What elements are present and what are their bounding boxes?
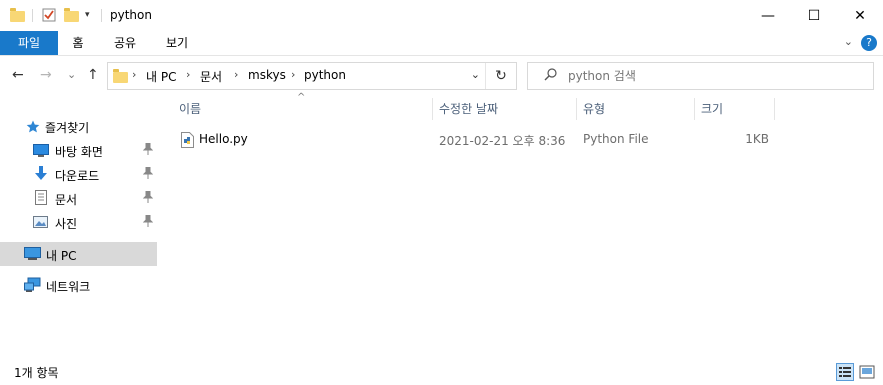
pin-icon[interactable] [143, 143, 153, 155]
breadcrumb-separator: › [132, 68, 137, 81]
python-file-icon [181, 132, 194, 148]
pin-icon[interactable] [143, 215, 153, 227]
maximize-button[interactable]: ☐ [791, 0, 837, 31]
pin-icon[interactable] [143, 191, 153, 203]
new-folder-icon[interactable] [64, 8, 79, 22]
tab-home[interactable]: 홈 [58, 31, 98, 55]
status-bar: 1개 항목 [0, 360, 883, 385]
up-button[interactable]: ↑ [87, 67, 99, 83]
help-button[interactable]: ? [861, 35, 877, 51]
file-row-hello-py[interactable]: Hello.py 2021-02-21 오후 8:36 Python File … [173, 129, 783, 151]
breadcrumb-mskys[interactable]: mskys [248, 68, 286, 82]
tab-file[interactable]: 파일 [0, 31, 58, 55]
pin-icon[interactable] [143, 167, 153, 179]
file-size: 1KB [745, 132, 769, 146]
ribbon-tabs: 파일 홈 공유 보기 ⌄ ? [0, 31, 883, 56]
sidebar-item-label: 바탕 화면 [55, 145, 103, 159]
sidebar-item-label: 즐겨찾기 [45, 121, 90, 135]
breadcrumb-python[interactable]: python [304, 68, 346, 82]
navigation-bar: ← → ⌄ ↑ › 내 PC › 문서 › mskys › python ⌄ ↻ [0, 56, 883, 96]
sidebar-item-quick-access[interactable]: 즐겨찾기 [0, 114, 157, 138]
pictures-icon [33, 216, 48, 228]
file-name: Hello.py [199, 132, 248, 146]
sidebar-item-desktop[interactable]: 바탕 화면 [0, 138, 157, 162]
sidebar-item-label: 네트워크 [46, 280, 91, 294]
desktop-icon [33, 144, 49, 157]
properties-icon[interactable] [42, 8, 56, 22]
column-resize-handle[interactable] [774, 98, 775, 120]
search-icon [544, 68, 557, 81]
folder-icon [10, 8, 25, 22]
breadcrumb-separator: › [186, 68, 191, 81]
column-header-date-modified[interactable]: 수정한 날짜 [433, 96, 577, 122]
breadcrumb-this-pc[interactable]: 내 PC [146, 68, 176, 85]
divider [101, 9, 102, 22]
address-dropdown-icon[interactable]: ⌄ [471, 68, 480, 81]
details-view-icon [839, 367, 851, 377]
file-type: Python File [583, 132, 649, 146]
navigation-pane: 즐겨찾기 바탕 화면 다운로드 문서 사진 내 PC 네트워크 [0, 104, 157, 349]
sidebar-item-pictures[interactable]: 사진 [0, 210, 157, 234]
window-title: python [110, 8, 152, 22]
title-bar: ▾ python — ☐ ✕ [0, 0, 883, 31]
sidebar-item-label: 내 PC [46, 249, 77, 263]
expand-ribbon-icon[interactable]: ⌄ [844, 35, 853, 48]
close-button[interactable]: ✕ [837, 0, 883, 31]
breadcrumb-separator: › [291, 68, 296, 81]
details-view-button[interactable] [836, 363, 854, 381]
sidebar-item-documents[interactable]: 문서 [0, 186, 157, 210]
item-count: 1개 항목 [14, 366, 59, 380]
column-header-type[interactable]: 유형 [577, 96, 695, 122]
sidebar-item-label: 다운로드 [55, 169, 100, 183]
sidebar-item-label: 사진 [55, 217, 78, 231]
sidebar-item-label: 문서 [55, 193, 78, 207]
column-headers: ^ 이름 수정한 날짜 유형 크기 [173, 92, 883, 122]
search-box[interactable] [527, 62, 874, 90]
file-date-modified: 2021-02-21 오후 8:36 [439, 134, 566, 148]
tab-share[interactable]: 공유 [102, 31, 148, 55]
forward-button[interactable]: → [40, 67, 52, 83]
sidebar-item-this-pc[interactable]: 내 PC [0, 242, 157, 266]
search-input[interactable] [568, 63, 858, 89]
divider [32, 9, 33, 22]
document-icon [35, 190, 47, 205]
tab-view[interactable]: 보기 [154, 31, 200, 55]
column-header-size[interactable]: 크기 [695, 96, 775, 122]
sidebar-item-downloads[interactable]: 다운로드 [0, 162, 157, 186]
refresh-button[interactable]: ↻ [485, 63, 516, 89]
sidebar-item-network[interactable]: 네트워크 [0, 273, 157, 297]
computer-icon [24, 247, 41, 260]
column-header-name[interactable]: 이름 [173, 96, 433, 122]
download-icon [35, 166, 47, 180]
breadcrumb-documents[interactable]: 문서 [200, 68, 222, 85]
folder-icon [113, 69, 128, 83]
address-bar[interactable]: › 내 PC › 문서 › mskys › python ⌄ ↻ [107, 62, 517, 90]
star-icon [26, 120, 40, 133]
breadcrumb-separator: › [234, 68, 239, 81]
minimize-button[interactable]: — [745, 0, 791, 31]
network-icon [24, 277, 41, 292]
customize-toolbar-icon[interactable]: ▾ [85, 10, 99, 24]
large-icons-view-button[interactable] [858, 363, 876, 381]
large-icons-view-icon [859, 365, 875, 379]
recent-locations-button[interactable]: ⌄ [67, 68, 76, 81]
back-button[interactable]: ← [12, 67, 24, 83]
